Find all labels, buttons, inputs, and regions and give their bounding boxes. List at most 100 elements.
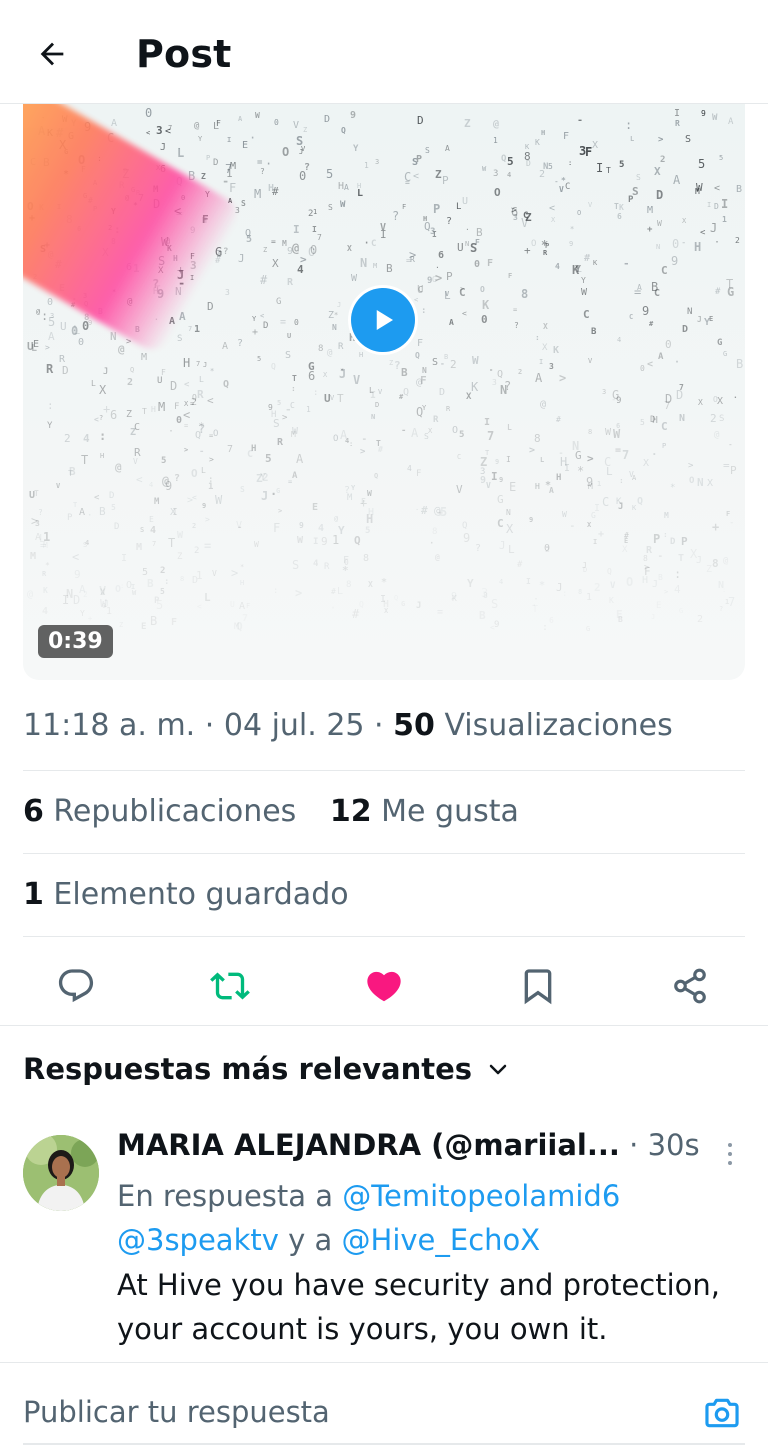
post-time: 11:18 a. m. <box>23 708 196 743</box>
thumbnail-glyph: D <box>375 401 379 409</box>
reply-icon <box>58 969 94 1003</box>
thumbnail-glyph: W <box>605 427 612 438</box>
thumbnail-glyph: V <box>330 394 335 402</box>
thumbnail-glyph: B <box>69 465 76 478</box>
thumbnail-glyph: X <box>100 588 106 598</box>
reposts-stat[interactable]: 6 Republicaciones <box>23 794 296 829</box>
thumbnail-glyph: Y <box>338 524 345 537</box>
thumbnail-glyph: @ <box>416 377 422 388</box>
thumbnail-glyph: > <box>231 566 238 580</box>
thumbnail-glyph: L <box>31 343 37 354</box>
thumbnail-glyph: X <box>542 343 548 353</box>
reply-author-name[interactable]: MARIA ALEJANDRA (@mariial... <box>117 1128 620 1162</box>
thumbnail-glyph: < <box>146 129 150 137</box>
thumbnail-glyph: > <box>529 445 535 456</box>
thumbnail-glyph: # <box>421 504 428 517</box>
thumbnail-glyph: A <box>445 144 450 153</box>
thumbnail-glyph: M <box>158 400 165 414</box>
thumbnail-glyph: 1 <box>196 569 203 582</box>
thumbnail-glyph: M <box>254 187 261 201</box>
thumbnail-glyph: = <box>257 158 263 168</box>
heart-icon <box>367 971 401 1002</box>
thumbnail-glyph: H <box>359 351 363 359</box>
thumbnail-glyph: H <box>423 215 427 223</box>
mention-link[interactable]: @Temitopeolamid6 <box>342 1179 620 1213</box>
thumbnail-glyph: L <box>577 265 582 274</box>
thumbnail-glyph: = <box>288 478 292 486</box>
bookmarks-stat[interactable]: 1 Elemento guardado <box>23 877 349 912</box>
thumbnail-glyph: 7 <box>196 360 200 368</box>
thumbnail-glyph: : <box>99 429 106 443</box>
thumbnail-glyph: - <box>657 549 664 562</box>
more-options-button[interactable] <box>715 1136 745 1172</box>
thumbnail-glyph: : <box>619 476 624 485</box>
thumbnail-glyph: C <box>661 264 668 277</box>
thumbnail-glyph: 8 <box>180 575 184 583</box>
thumbnail-glyph: @ <box>723 556 729 566</box>
thumbnail-glyph: L <box>199 375 204 384</box>
avatar[interactable] <box>23 1135 99 1211</box>
thumbnail-glyph: 9 <box>165 479 172 493</box>
divider <box>23 853 745 854</box>
camera-button[interactable] <box>700 1391 744 1435</box>
thumbnail-glyph: R <box>277 437 284 448</box>
thumbnail-glyph: + <box>647 225 653 235</box>
post-meta: 11:18 a. m. · 04 jul. 25 · 50 Visualizac… <box>23 708 673 743</box>
thumbnail-glyph: U <box>457 241 464 254</box>
thumbnail-glyph: : <box>349 440 353 448</box>
thumbnail-glyph: 0 <box>78 337 84 348</box>
thumbnail-glyph: @ <box>118 343 125 356</box>
repost-button[interactable] <box>202 958 258 1014</box>
thumbnail-glyph: 2 <box>539 169 545 180</box>
thumbnail-glyph: C <box>565 182 570 192</box>
thumbnail-glyph: · <box>714 237 720 248</box>
thumbnail-glyph: O <box>191 467 198 480</box>
engagement-stats: 6 Republicaciones 12 Me gusta <box>23 794 543 829</box>
like-button[interactable] <box>356 958 412 1014</box>
reply-input[interactable]: Publicar tu respuesta <box>23 1395 330 1429</box>
back-button[interactable] <box>30 32 74 76</box>
thumbnail-glyph: Z <box>435 168 442 181</box>
thumbnail-glyph: L <box>204 591 211 604</box>
reply-button[interactable] <box>48 958 104 1014</box>
thumbnail-glyph: 7 <box>728 595 735 609</box>
mention-link[interactable]: @3speaktv <box>117 1223 279 1257</box>
thumbnail-glyph: D <box>714 202 719 211</box>
thumbnail-glyph: I <box>674 108 680 119</box>
thumbnail-glyph: = <box>437 607 443 618</box>
bookmarks-stat-row: 1 Elemento guardado <box>23 877 373 912</box>
replies-sort-dropdown[interactable]: Respuestas más relevantes <box>23 1052 510 1086</box>
thumbnail-glyph: U <box>60 320 67 333</box>
bookmark-button[interactable] <box>510 958 566 1014</box>
reply-item[interactable]: MARIA ALEJANDRA (@mariial... · 30s En re… <box>0 1118 768 1363</box>
thumbnail-glyph: V <box>588 201 593 209</box>
video-player[interactable]: DDIIUQ2EUL-QA>B<<Q39MOY5#DX*O4<HCKZ3EQMP… <box>23 104 745 680</box>
thumbnail-glyph: C <box>457 453 461 461</box>
thumbnail-glyph: · <box>330 603 336 614</box>
thumbnail-glyph: = <box>271 237 276 246</box>
likes-stat[interactable]: 12 Me gusta <box>330 794 519 829</box>
thumbnail-glyph: J <box>499 539 506 552</box>
thumbnail-glyph: 5 <box>48 315 55 329</box>
thumbnail-glyph: N <box>687 307 692 317</box>
thumbnail-glyph: M <box>647 205 653 216</box>
thumbnail-glyph: * <box>340 367 344 375</box>
thumbnail-glyph: D <box>417 114 424 127</box>
thumbnail-glyph: A <box>239 601 245 612</box>
replies-sort-label: Respuestas más relevantes <box>23 1052 473 1086</box>
thumbnail-glyph: · <box>465 225 470 234</box>
thumbnail-glyph: X <box>184 400 189 408</box>
thumbnail-glyph: N <box>697 476 704 489</box>
mention-link[interactable]: @Hive_EchoX <box>342 1223 541 1257</box>
thumbnail-glyph: 2 <box>64 432 71 445</box>
repost-icon <box>210 972 250 1000</box>
thumbnail-glyph: ? <box>99 414 103 422</box>
play-button[interactable] <box>351 288 415 352</box>
thumbnail-glyph: 9 <box>569 240 573 248</box>
thumbnail-glyph: X <box>622 545 628 555</box>
share-button[interactable] <box>662 958 718 1014</box>
thumbnail-glyph: 8 <box>363 553 369 564</box>
thumbnail-glyph: - <box>577 115 583 126</box>
reposts-label: Republicaciones <box>53 794 297 829</box>
thumbnail-glyph: H <box>556 473 561 483</box>
